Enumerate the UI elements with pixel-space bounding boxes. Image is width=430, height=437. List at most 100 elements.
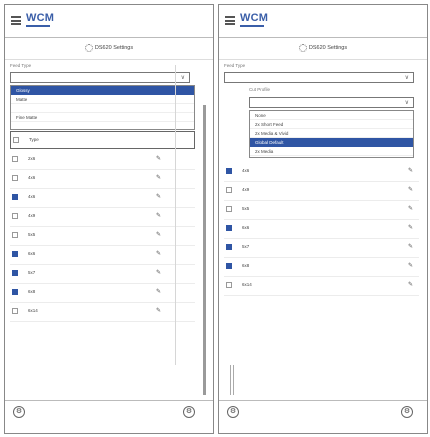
scrollbar[interactable]	[203, 105, 206, 395]
row-checkbox[interactable]	[226, 168, 232, 174]
list-item: 6x14 ✎	[10, 303, 195, 322]
dropdown-option-media[interactable]: 2x Media	[250, 147, 413, 156]
row-code: 4x6	[28, 194, 36, 199]
app-logo: WCM	[26, 12, 54, 27]
feed-type-label: Feed Type	[10, 63, 32, 68]
row-code: 4x9	[28, 213, 36, 218]
gear-icon	[84, 43, 93, 52]
hamburger-menu-icon[interactable]	[225, 16, 235, 25]
left-screen: WCM DS620 Settings Feed Type ∨ Glossy Ma…	[4, 4, 214, 434]
list-item: 6x14 ✎	[224, 277, 419, 296]
select-all-checkbox[interactable]	[13, 137, 19, 143]
list-item: 4x9 ✎	[10, 208, 195, 227]
list-item: 4x9 ✎	[224, 182, 419, 201]
feed-type-label: Feed Type	[224, 63, 246, 68]
list-item: 5x7 ✎	[224, 239, 419, 258]
row-code: 4x6	[28, 175, 36, 180]
top-bar: WCM	[219, 5, 427, 38]
row-code: 5x7	[28, 270, 36, 275]
row-code: 6x8	[28, 289, 36, 294]
footer-bar: ⚙ ⚙	[5, 400, 213, 424]
row-checkbox[interactable]	[226, 282, 232, 288]
pencil-icon[interactable]: ✎	[156, 307, 161, 314]
row-code: 6x6	[242, 225, 250, 230]
cut-profile-select[interactable]: ∨	[249, 97, 414, 108]
dropdown-option-matte[interactable]: Matte	[11, 95, 194, 104]
row-code: 6x6	[28, 251, 36, 256]
feed-type-select[interactable]: ∨	[224, 72, 414, 83]
list-item: 6x8 ✎	[10, 284, 195, 303]
chevron-down-icon: ∨	[404, 100, 409, 106]
row-checkbox[interactable]	[12, 232, 18, 238]
row-checkbox[interactable]	[12, 175, 18, 181]
dropdown-option-glossy[interactable]: Glossy	[11, 86, 194, 95]
tools-icon[interactable]: ⚙	[183, 406, 195, 418]
gear-icon	[298, 43, 307, 52]
feed-type-select[interactable]: ∨	[10, 72, 190, 83]
list-item: 2x6 ✎	[10, 151, 195, 170]
row-checkbox[interactable]	[12, 251, 18, 257]
list-item: 4x6 ✎	[10, 170, 195, 189]
pencil-icon[interactable]: ✎	[156, 288, 161, 295]
pencil-icon[interactable]: ✎	[408, 243, 413, 250]
feed-type-dropdown: Glossy Matte Fine Matte	[10, 85, 195, 130]
list-item: 5x5 ✎	[10, 227, 195, 246]
row-checkbox[interactable]	[226, 244, 232, 250]
row-checkbox[interactable]	[12, 213, 18, 219]
dropdown-option-fine-matte[interactable]: Fine Matte	[11, 113, 194, 122]
dropdown-option-short-feed[interactable]: 2x Short Feed	[250, 120, 413, 129]
pencil-icon[interactable]: ✎	[156, 155, 161, 162]
pencil-icon[interactable]: ✎	[408, 224, 413, 231]
row-checkbox[interactable]	[12, 270, 18, 276]
pencil-icon[interactable]: ✎	[408, 167, 413, 174]
row-code: 6x8	[242, 263, 250, 268]
media-list: 2x6 ✎ 4x6 ✎ 4x6 ✎ 4x9 ✎ 5x5 ✎ 6x6 ✎ 5x7 ✎ 6x8 ✎ …	[10, 151, 195, 399]
row-checkbox[interactable]	[12, 308, 18, 314]
app-logo: WCM	[240, 12, 268, 27]
chevron-down-icon: ∨	[180, 75, 185, 81]
dropdown-option-blank[interactable]	[11, 104, 194, 113]
column-divider	[175, 65, 176, 365]
dropdown-option-global-default[interactable]: Global Default	[250, 138, 413, 147]
dropdown-option-none[interactable]: None	[250, 111, 413, 120]
media-list: 4x6 ✎ 4x9 ✎ 5x5 ✎ 6x6 ✎ 5x7 ✎ 6x8 ✎ 6x14 ✎	[224, 163, 419, 399]
list-item: 6x6 ✎	[10, 246, 195, 265]
pencil-icon[interactable]: ✎	[156, 174, 161, 181]
pencil-icon[interactable]: ✎	[408, 281, 413, 288]
row-checkbox[interactable]	[226, 206, 232, 212]
tools-icon[interactable]: ⚙	[13, 406, 25, 418]
pencil-icon[interactable]: ✎	[408, 205, 413, 212]
pencil-icon[interactable]: ✎	[156, 193, 161, 200]
divider	[230, 365, 231, 395]
list-item: 4x6 ✎	[10, 189, 195, 208]
row-checkbox[interactable]	[226, 187, 232, 193]
cut-profile-dropdown: None 2x Short Feed 2x Media & Vivid Glob…	[249, 110, 414, 158]
list-item: 6x6 ✎	[224, 220, 419, 239]
row-checkbox[interactable]	[12, 194, 18, 200]
right-screen: WCM DS620 Settings Feed Type ∨ Cut Profi…	[218, 4, 428, 434]
pencil-icon[interactable]: ✎	[156, 212, 161, 219]
row-code: 4x6	[242, 168, 250, 173]
dropdown-option-media-vivid[interactable]: 2x Media & Vivid	[250, 129, 413, 138]
pencil-icon[interactable]: ✎	[156, 250, 161, 257]
row-checkbox[interactable]	[226, 225, 232, 231]
row-checkbox[interactable]	[226, 263, 232, 269]
row-code: 5x5	[242, 206, 250, 211]
row-code: 6x14	[28, 308, 38, 313]
list-item: 5x5 ✎	[224, 201, 419, 220]
row-checkbox[interactable]	[12, 289, 18, 295]
pencil-icon[interactable]: ✎	[408, 262, 413, 269]
tools-icon[interactable]: ⚙	[401, 406, 413, 418]
list-item: 5x7 ✎	[10, 265, 195, 284]
cut-profile-label: Cut Profile	[249, 87, 271, 92]
list-header: Type	[10, 131, 195, 149]
hamburger-menu-icon[interactable]	[11, 16, 21, 25]
pencil-icon[interactable]: ✎	[408, 186, 413, 193]
row-checkbox[interactable]	[12, 156, 18, 162]
chevron-down-icon: ∨	[404, 75, 409, 81]
tools-icon[interactable]: ⚙	[227, 406, 239, 418]
pencil-icon[interactable]: ✎	[156, 269, 161, 276]
pencil-icon[interactable]: ✎	[156, 231, 161, 238]
row-code: 5x7	[242, 244, 250, 249]
footer-bar: ⚙ ⚙	[219, 400, 427, 424]
